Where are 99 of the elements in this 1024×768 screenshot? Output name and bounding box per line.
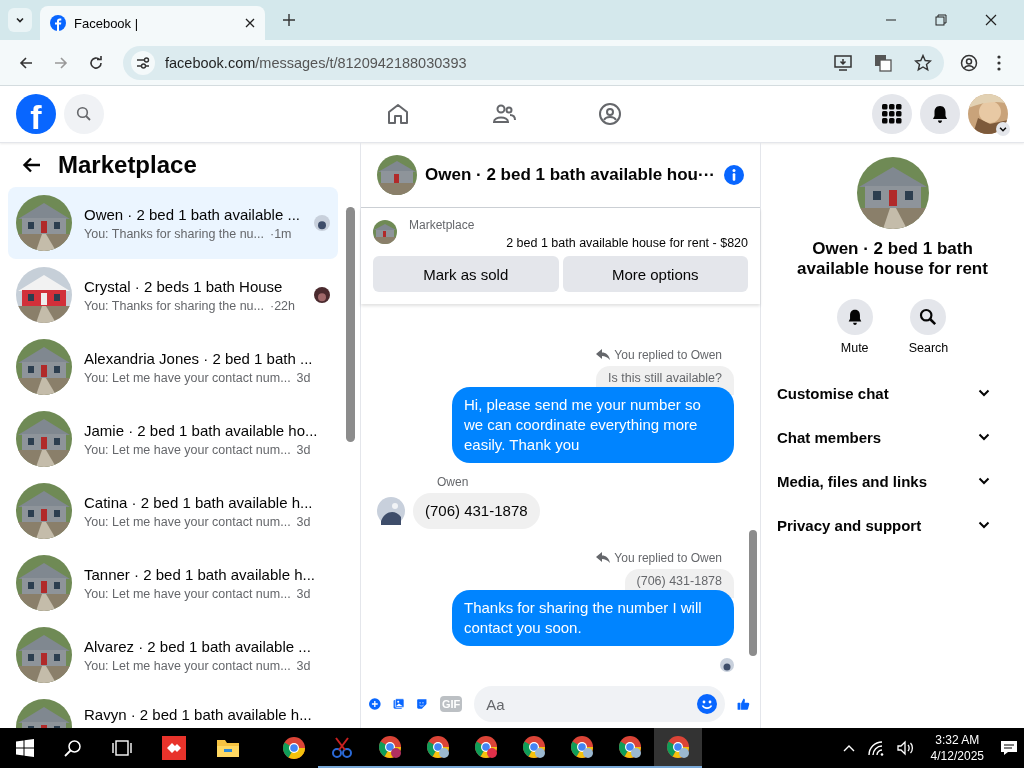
sent-message[interactable]: Thanks for sharing the number I will contact you soon. <box>452 590 734 646</box>
windows-start-icon[interactable] <box>16 739 34 757</box>
conversation-item[interactable]: Alexandria Jones · 2 bed 1 bath ... You: Let me have your contact num... 3d <box>8 331 338 403</box>
conversation-title: Owen · 2 bed 1 bath available ... <box>84 205 301 223</box>
clock-date[interactable]: 4/12/2025 <box>930 748 984 764</box>
groups-icon[interactable] <box>598 102 622 126</box>
chat-title: Owen · 2 bed 1 bath available hou··· <box>425 165 716 185</box>
action-label: Mute <box>840 341 869 355</box>
message-preview: You: Let me have your contact num... <box>84 442 291 457</box>
reply-icon <box>596 552 611 564</box>
info-icon[interactable] <box>724 165 744 185</box>
message-time: 3d <box>296 586 311 601</box>
site-settings-icon[interactable] <box>131 50 155 75</box>
emoji-icon[interactable] <box>697 694 718 714</box>
message-time: 3d <box>296 370 311 385</box>
message-time: ·1m <box>270 226 292 241</box>
search-icon <box>919 308 938 326</box>
wifi-icon[interactable] <box>866 740 885 756</box>
chevron-down-icon[interactable] <box>978 389 990 397</box>
notifications-button[interactable] <box>920 94 960 134</box>
browser-taskbar-icon[interactable] <box>654 728 702 768</box>
close-icon[interactable] <box>245 18 255 28</box>
bell-icon <box>930 104 950 124</box>
tab-title: Facebook | <box>74 15 140 31</box>
grid-icon <box>882 104 902 124</box>
section-header[interactable]: Privacy and support <box>777 503 1016 547</box>
chevron-down-icon[interactable] <box>978 433 990 441</box>
home-icon[interactable] <box>386 102 410 126</box>
folder-icon[interactable] <box>216 737 240 759</box>
chevron-down-icon[interactable] <box>978 521 990 529</box>
conversation-title: Alvarez · 2 bed 1 bath available ... <box>84 637 312 655</box>
page-title: Marketplace <box>58 151 197 179</box>
sender-name: Owen <box>437 475 469 489</box>
listing-source: Marketplace <box>409 218 476 232</box>
address-bar[interactable]: facebook.com/messages/t/8120942188030393 <box>123 45 944 80</box>
listing-action-button[interactable]: More options <box>562 256 748 292</box>
section-header[interactable]: Chat members <box>777 415 1016 459</box>
restore-icon[interactable] <box>935 14 947 26</box>
reply-note: You replied to Owen <box>614 551 722 565</box>
reply-note: You replied to Owen <box>614 348 722 362</box>
conversation-item[interactable]: Crystal · 2 beds 1 bath House You: Thanks for sharing the nu... ·22h <box>8 259 338 331</box>
chevron-down-icon <box>15 15 25 25</box>
message-time: 3d <box>296 514 311 529</box>
volume-icon[interactable] <box>896 740 915 756</box>
clock-time[interactable]: 3:32 AM <box>935 732 980 748</box>
url-text: facebook.com/messages/t/8120942188030393 <box>165 54 467 71</box>
conversation-title: Catina · 2 bed 1 bath available h... <box>84 493 314 511</box>
conversation-item[interactable]: Tanner · 2 bed 1 bath available h... You: Let me have your contact num... 3d <box>8 547 338 619</box>
conversation-item[interactable]: Catina · 2 bed 1 bath available h... You: Let me have your contact num... 3d <box>8 475 338 547</box>
tab-search-button[interactable] <box>8 8 32 32</box>
notification-icon[interactable] <box>1000 740 1018 756</box>
facebook-logo[interactable]: f <box>16 94 56 134</box>
section-header[interactable]: Media, files and links <box>777 459 1016 503</box>
close-icon[interactable] <box>985 14 997 26</box>
message-preview: You: Let me have your contact num... <box>84 514 291 529</box>
facebook-icon <box>50 15 66 31</box>
friends-icon[interactable] <box>492 102 516 126</box>
translate-icon[interactable] <box>874 53 892 72</box>
action-button[interactable] <box>910 299 947 335</box>
message-time: ·22h <box>270 298 295 313</box>
chevron-up-icon[interactable] <box>842 744 855 752</box>
sent-message[interactable]: Hi, please send me your number so we can coordinate everything more easily. Thank you <box>452 387 734 463</box>
browser-tab[interactable]: Facebook | <box>40 6 265 40</box>
received-message[interactable]: (706) 431-1878 <box>413 493 540 529</box>
message-preview: You: Let me have your contact num... <box>84 586 291 601</box>
search-icon[interactable] <box>64 739 82 757</box>
reply-icon <box>596 349 611 361</box>
action-label: Search <box>908 341 949 355</box>
chevron-down-icon[interactable] <box>996 122 1010 136</box>
conversation-name: Owen · 2 bed 1 bath available house for rent <box>796 239 989 279</box>
conversation-title: Alexandria Jones · 2 bed 1 bath ... <box>84 349 314 367</box>
menu-button[interactable] <box>872 94 912 134</box>
listing-action-button[interactable]: Mark as sold <box>373 256 559 292</box>
message-preview: You: Let me have your contact num... <box>84 658 291 673</box>
conversation-title: Jamie · 2 bed 1 bath available ho... <box>84 421 319 439</box>
conversation-item[interactable]: Owen · 2 bed 1 bath available ... You: Thanks for sharing the nu... ·1m <box>8 187 338 259</box>
bookmark-star-icon[interactable] <box>914 53 932 72</box>
install-icon[interactable] <box>834 53 852 72</box>
conversation-title: Ravyn · 2 bed 1 bath available h... <box>84 706 313 723</box>
message-preview: You: Thanks for sharing the nu... <box>84 298 264 313</box>
message-time: 3d <box>296 442 311 457</box>
message-preview: You: Let me have your contact num... <box>84 370 291 385</box>
conversation-item[interactable]: Alvarez · 2 bed 1 bath available ... You: Let me have your contact num... 3d <box>8 619 338 691</box>
conversation-title: Crystal · 2 beds 1 bath House <box>84 277 284 295</box>
message-preview: You: Thanks for sharing the nu... <box>84 226 264 241</box>
chevron-down-icon[interactable] <box>978 477 990 485</box>
action-button[interactable] <box>836 299 873 335</box>
message-input[interactable]: Aa <box>474 686 726 722</box>
message-time: 3d <box>296 658 311 673</box>
conversation-item[interactable]: Jamie · 2 bed 1 bath available ho... You: Let me have your contact num... 3d <box>8 403 338 475</box>
app-icon[interactable] <box>162 736 186 760</box>
back-arrow-icon[interactable] <box>22 155 42 175</box>
new-tab-icon[interactable] <box>283 14 295 26</box>
conversation-title: Tanner · 2 bed 1 bath available h... <box>84 565 316 583</box>
section-header[interactable]: Customise chat <box>777 371 1016 415</box>
search-icon <box>76 106 92 122</box>
search-button[interactable] <box>64 94 104 134</box>
task-view-icon[interactable] <box>112 739 132 757</box>
listing-title: 2 bed 1 bath available house for rent - $820 <box>505 236 748 250</box>
